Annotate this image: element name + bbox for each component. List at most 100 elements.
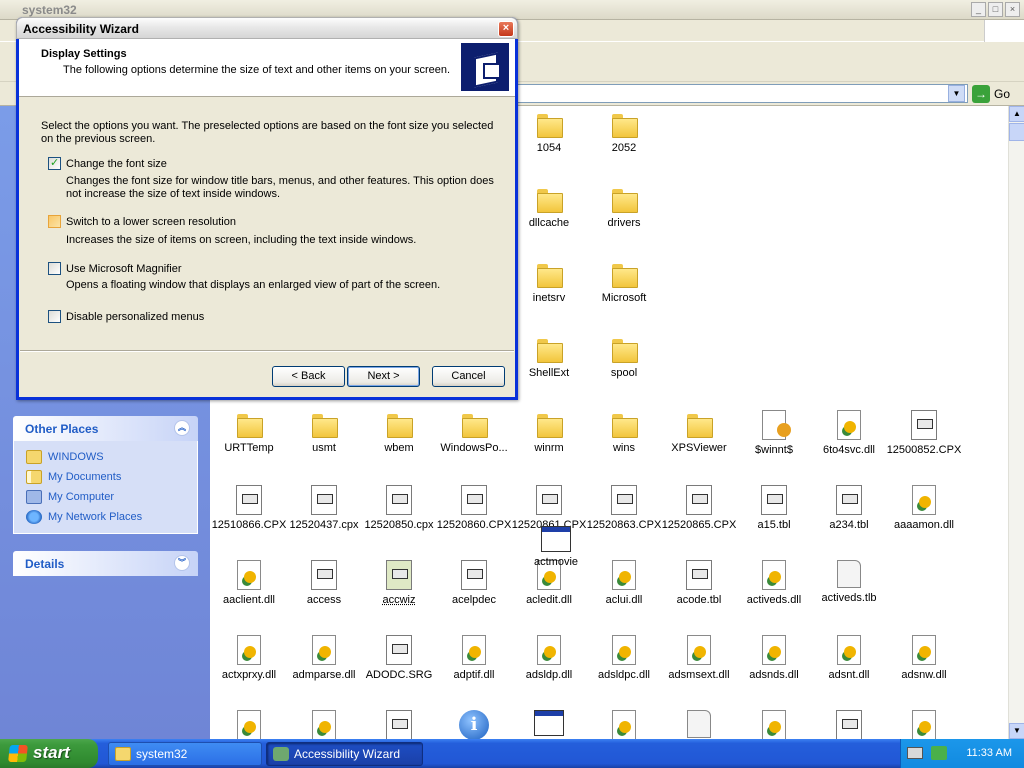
option-disable-personalized-menus[interactable]: Disable personalized menus [48, 310, 204, 323]
dialog-close-button[interactable]: × [498, 21, 514, 37]
my-computer-icon [26, 490, 42, 504]
link-label: My Network Places [48, 511, 143, 523]
accessibility-wizard-icon [386, 560, 412, 590]
system-file-icon [386, 710, 412, 739]
taskbar-item-label: Accessibility Wizard [294, 747, 401, 761]
file-label: spool [610, 367, 638, 379]
taskbar-item-accessibility-wizard[interactable]: Accessibility Wizard [266, 742, 423, 766]
folder-icon [535, 410, 563, 438]
minimize-button[interactable]: _ [971, 2, 986, 17]
application-icon [534, 710, 564, 736]
system-file-icon [686, 485, 712, 515]
file-label: 2052 [611, 142, 637, 154]
system-file-icon [836, 710, 862, 739]
folder-icon [610, 110, 638, 138]
start-button[interactable]: start [0, 739, 98, 768]
other-places-header[interactable]: Other Places ︽ [13, 416, 198, 441]
file-item[interactable]: spool [579, 335, 669, 379]
dll-file-icon [237, 560, 261, 590]
system-file-icon [836, 485, 862, 515]
magnifier-checkbox[interactable] [48, 262, 61, 275]
file-item[interactable]: drivers [579, 185, 669, 229]
address-dropdown-button[interactable]: ▼ [948, 85, 965, 102]
disable-personalized-menus-checkbox[interactable] [48, 310, 61, 323]
folder-icon [610, 185, 638, 213]
folder-icon [535, 110, 563, 138]
system-file-icon [911, 410, 937, 440]
folder-icon [610, 410, 638, 438]
go-button[interactable]: → Go [972, 84, 1010, 104]
folder-icon [610, 260, 638, 288]
file-item[interactable]: 12500852.CPX [879, 410, 969, 456]
system-file-icon [311, 560, 337, 590]
expand-chevron-icon[interactable]: ︾ [174, 555, 190, 571]
application-icon [541, 526, 571, 552]
scroll-up-arrow-icon[interactable]: ▲ [1009, 106, 1024, 122]
system-tray: 11:33 AM [900, 739, 1024, 768]
link-label: My Computer [48, 491, 115, 503]
system-file-icon [461, 485, 487, 515]
taskbar: start system32 Accessibility Wizard 11:3… [0, 739, 1024, 768]
system-file-icon [461, 560, 487, 590]
scroll-thumb[interactable] [1009, 123, 1024, 141]
windows-logo-icon [984, 20, 1024, 44]
windows-flag-icon [8, 745, 28, 762]
other-places-link[interactable]: My Documents [26, 467, 197, 487]
other-places-link[interactable]: My Computer [26, 487, 197, 507]
close-button[interactable]: × [1005, 2, 1020, 17]
maximize-button[interactable]: □ [988, 2, 1003, 17]
blank-file-icon [687, 710, 711, 738]
scroll-down-arrow-icon[interactable]: ▼ [1009, 723, 1024, 739]
dll-file-icon [612, 710, 636, 739]
other-places-panel: Other Places ︽ WINDOWS My Documents My Com… [13, 416, 198, 534]
option-label: Use Microsoft Magnifier [66, 262, 182, 275]
wizard-logo-icon [460, 42, 510, 92]
file-item[interactable]: 2052 [579, 110, 669, 154]
other-places-link[interactable]: My Network Places [26, 507, 197, 527]
option-lower-resolution[interactable]: Switch to a lower screen resolution [48, 215, 236, 228]
details-panel: Details ︾ [13, 551, 198, 576]
file-item[interactable] [879, 710, 969, 739]
change-font-size-checkbox[interactable] [48, 156, 61, 170]
file-item[interactable]: aaaamon.dll [879, 485, 969, 531]
accessibility-wizard-icon [273, 747, 289, 761]
dll-file-icon [462, 635, 486, 665]
dialog-separator [20, 350, 514, 352]
folder-icon [235, 410, 263, 438]
header-title: Display Settings [41, 48, 127, 60]
details-heading: Details [25, 557, 65, 571]
collapse-chevron-icon[interactable]: ︽ [174, 420, 190, 436]
go-label: Go [994, 87, 1011, 101]
details-header[interactable]: Details ︾ [13, 551, 198, 576]
system-file-icon [386, 635, 412, 665]
file-item[interactable]: activeds.tlb [804, 560, 894, 604]
option-change-font-size[interactable]: Change the font size [48, 156, 167, 170]
dll-file-icon [762, 560, 786, 590]
link-label: WINDOWS [48, 451, 104, 463]
file-item[interactable]: adsnw.dll [879, 635, 969, 681]
next-button[interactable]: Next > [347, 366, 420, 387]
clock[interactable]: 11:33 AM [966, 747, 1012, 759]
folder-icon [535, 260, 563, 288]
cancel-button[interactable]: Cancel [432, 366, 505, 387]
lower-resolution-checkbox[interactable] [48, 215, 61, 228]
other-places-list: WINDOWS My Documents My Computer My Network… [13, 441, 198, 534]
dialog-title-bar[interactable]: Accessibility Wizard × [16, 17, 518, 39]
vertical-scrollbar[interactable]: ▲ ▼ [1008, 106, 1024, 739]
file-label: aaaamon.dll [894, 519, 954, 531]
system-file-icon [311, 485, 337, 515]
start-label: start [33, 743, 70, 762]
dragged-file-item[interactable]: actmovie [511, 526, 601, 568]
other-places-link[interactable]: WINDOWS [26, 447, 197, 467]
dll-file-icon [612, 560, 636, 590]
keyboard-icon[interactable] [907, 747, 923, 759]
file-item[interactable]: Microsoft [579, 260, 669, 304]
back-button[interactable]: < Back [272, 366, 345, 387]
dll-file-icon [762, 635, 786, 665]
file-label: actmovie [533, 556, 579, 568]
network-icon[interactable] [931, 746, 947, 760]
option-magnifier[interactable]: Use Microsoft Magnifier [48, 262, 182, 275]
taskbar-item-system32[interactable]: system32 [108, 742, 262, 766]
folder-icon [115, 747, 131, 761]
folder-icon [535, 335, 563, 363]
